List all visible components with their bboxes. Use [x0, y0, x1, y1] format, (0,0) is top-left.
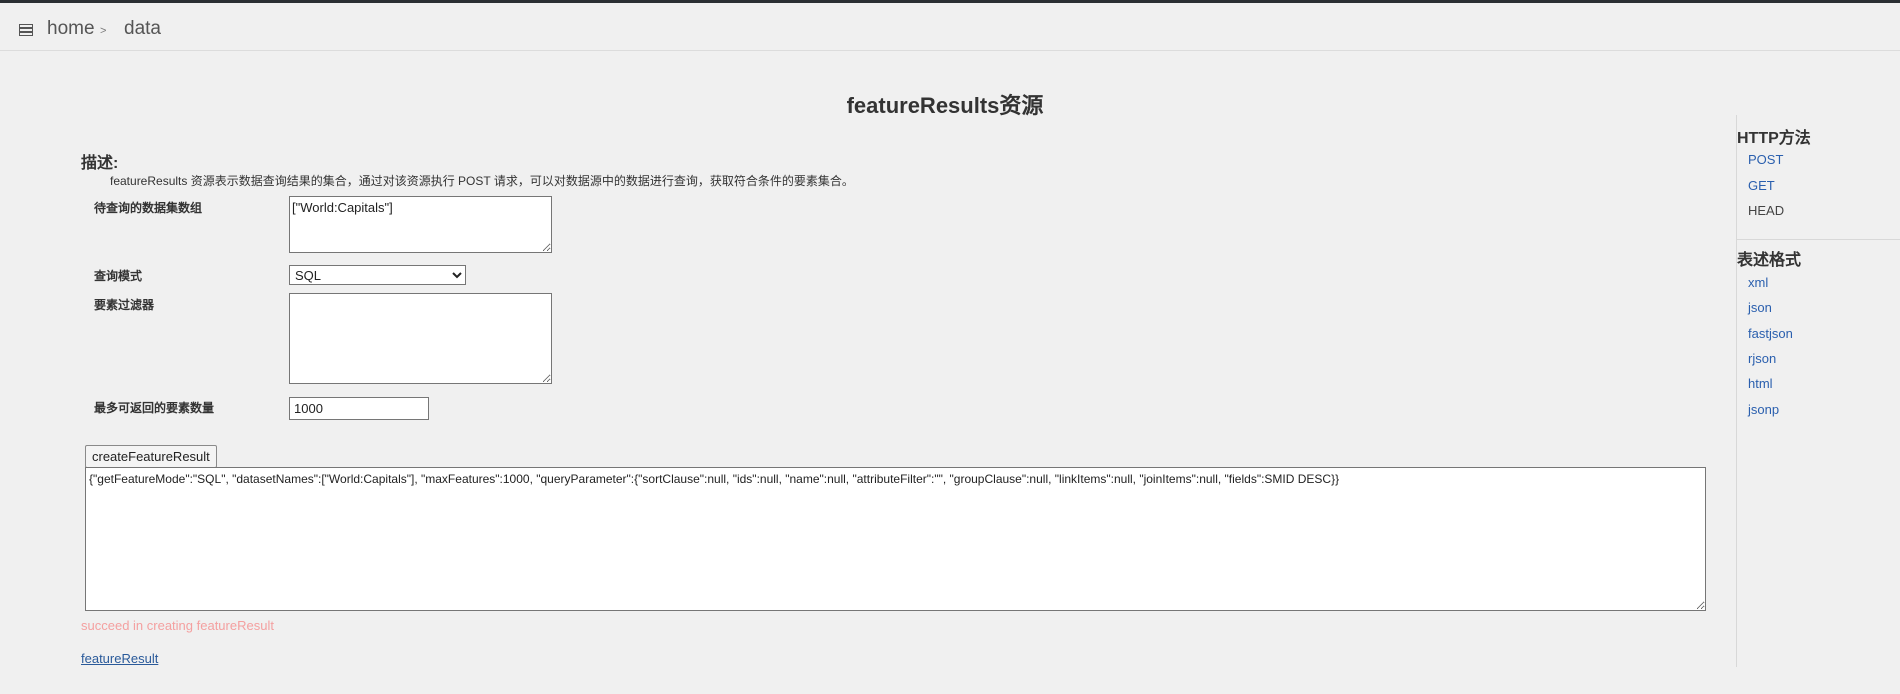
description-heading: 描述: — [81, 155, 119, 172]
feature-filter-textarea[interactable] — [289, 293, 552, 384]
page-title: featureResults资源 — [846, 93, 1044, 118]
status-message: succeed in creating featureResult — [81, 618, 274, 633]
breadcrumb-current[interactable]: data — [124, 18, 161, 40]
navbar: home > data — [0, 3, 1900, 51]
format-html-link[interactable]: html — [1748, 376, 1773, 391]
method-post-link[interactable]: POST — [1748, 152, 1783, 167]
sidebar-divider — [1737, 239, 1900, 240]
breadcrumb-home[interactable]: home — [47, 18, 95, 40]
query-mode-select[interactable]: SQL — [289, 265, 466, 285]
format-json-link[interactable]: json — [1748, 300, 1772, 315]
feature-result-link[interactable]: featureResult — [81, 651, 158, 666]
formats-heading: 表述格式 — [1737, 252, 1802, 269]
method-get-link[interactable]: GET — [1748, 178, 1775, 193]
max-features-label: 最多可返回的要素数量 — [94, 401, 215, 415]
format-fastjson-link[interactable]: fastjson — [1748, 326, 1793, 341]
description-text: featureResults 资源表示数据查询结果的集合，通过对该资源执行 PO… — [110, 174, 854, 188]
format-xml-link[interactable]: xml — [1748, 275, 1768, 290]
datasets-label: 待查询的数据集数组 — [94, 201, 203, 215]
format-jsonp-link[interactable]: jsonp — [1748, 402, 1779, 417]
method-head-item: HEAD — [1748, 203, 1785, 218]
http-methods-heading: HTTP方法 — [1737, 130, 1811, 147]
result-json-textarea[interactable]: {"getFeatureMode":"SQL", "datasetNames":… — [85, 467, 1706, 611]
sidebar: HTTP方法 POST GET HEAD 表述格式 xml json fastj… — [1736, 115, 1900, 667]
datasets-textarea[interactable]: ["World:Capitals"] — [289, 196, 552, 253]
format-rjson-link[interactable]: rjson — [1748, 351, 1776, 366]
create-feature-result-button[interactable]: createFeatureResult — [85, 445, 217, 468]
breadcrumb-separator: > — [100, 25, 107, 37]
feature-filter-label: 要素过滤器 — [94, 298, 155, 312]
max-features-input[interactable] — [289, 397, 429, 420]
query-mode-label: 查询模式 — [94, 269, 143, 283]
list-icon[interactable] — [19, 23, 33, 36]
